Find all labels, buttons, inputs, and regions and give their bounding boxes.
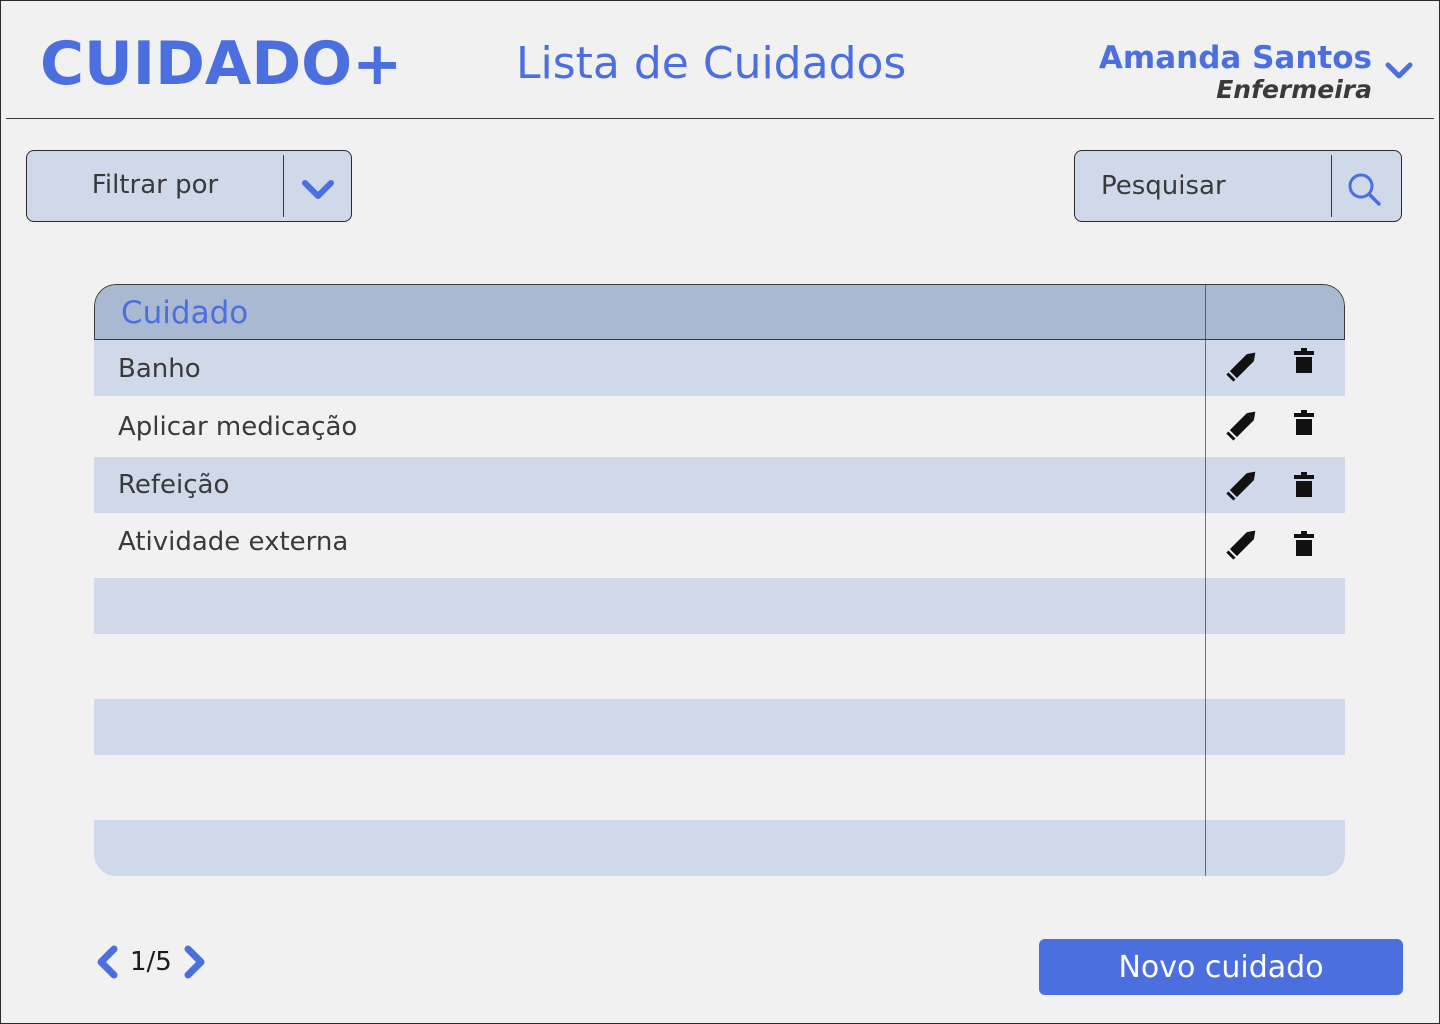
pencil-icon[interactable] [1224, 346, 1264, 382]
table-row [94, 578, 1345, 634]
table-row: Banho [94, 340, 1345, 396]
page-indicator: 1/5 [130, 947, 172, 977]
pencil-icon[interactable] [1224, 524, 1264, 560]
app-logo: CUIDADO+ [40, 29, 403, 99]
row-label: Aplicar medicação [118, 412, 358, 442]
table-row: Atividade externa [94, 513, 1345, 578]
chevron-down-icon[interactable] [1384, 58, 1414, 82]
trash-icon[interactable] [1290, 470, 1318, 502]
row-label: Banho [118, 354, 201, 384]
new-care-button[interactable]: Novo cuidado [1039, 939, 1403, 995]
chevron-left-icon[interactable] [92, 944, 122, 980]
table-row: Aplicar medicação [94, 396, 1345, 457]
filter-label: Filtrar por [91, 170, 219, 200]
column-header-cuidado: Cuidado [121, 295, 249, 331]
table-row: Refeição [94, 457, 1345, 513]
column-divider [1205, 284, 1206, 876]
table-row [94, 634, 1345, 699]
search-icon[interactable] [1339, 167, 1389, 211]
user-name: Amanda Santos [1098, 40, 1372, 76]
pencil-icon[interactable] [1224, 405, 1264, 441]
trash-icon[interactable] [1290, 408, 1318, 440]
page-title: Lista de Cuidados [516, 38, 907, 89]
filter-divider [283, 155, 284, 217]
chevron-right-icon[interactable] [180, 944, 210, 980]
table-header: Cuidado [94, 284, 1345, 340]
table-row [94, 755, 1345, 820]
user-menu[interactable]: Amanda Santos Enfermeira [1099, 40, 1372, 104]
row-label: Atividade externa [118, 527, 349, 557]
row-label: Refeição [118, 470, 230, 500]
table-row [94, 820, 1345, 876]
table-row [94, 699, 1345, 755]
chevron-down-icon[interactable] [300, 175, 336, 205]
search-input[interactable] [1075, 151, 1331, 221]
header-divider [6, 118, 1434, 119]
filter-dropdown[interactable]: Filtrar por [26, 150, 352, 222]
care-table: Banho Aplicar medicação Refeição Ativida… [94, 284, 1345, 876]
user-role: Enfermeira [1216, 75, 1372, 104]
search-box [1074, 150, 1402, 222]
search-divider [1331, 155, 1332, 217]
trash-icon[interactable] [1290, 346, 1318, 378]
pencil-icon[interactable] [1224, 465, 1264, 501]
trash-icon[interactable] [1290, 529, 1318, 561]
